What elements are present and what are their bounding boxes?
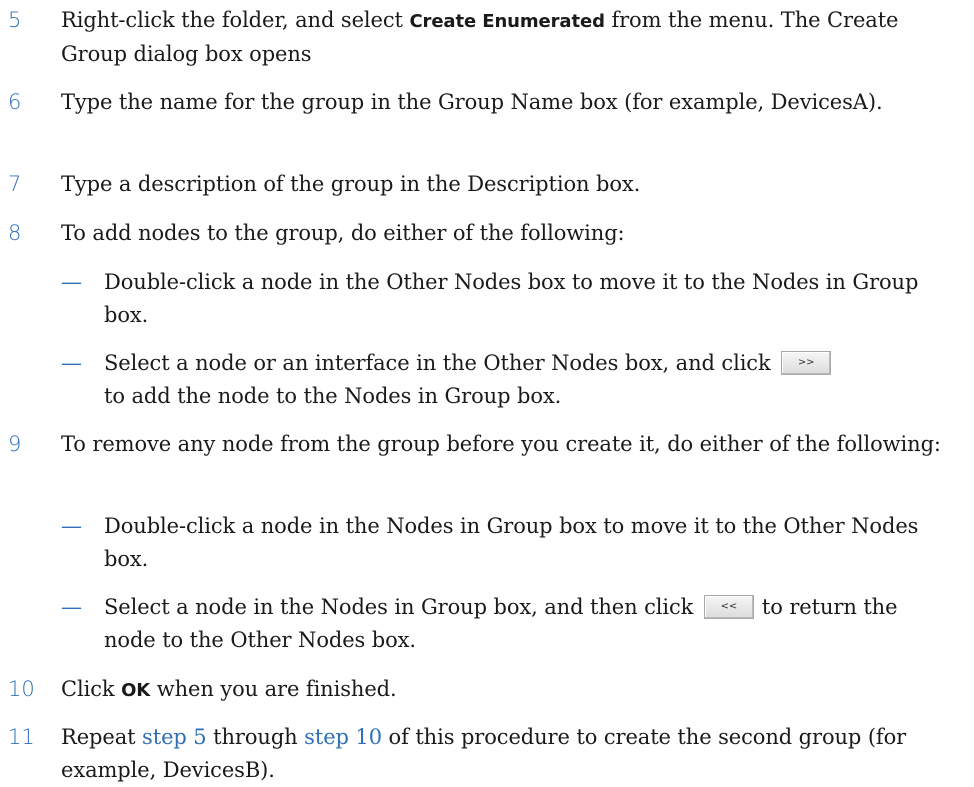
- ui-command-label: Create Enumerated: [409, 11, 605, 32]
- ok-label: OK: [121, 680, 151, 701]
- step-number: 10: [8, 677, 35, 701]
- dash-bullet: —: [61, 270, 82, 294]
- step-number: 7: [8, 172, 22, 196]
- step-10-link[interactable]: step 10: [304, 725, 382, 749]
- text-run: Select a node in the Nodes in Group box,…: [104, 595, 694, 619]
- step-text: Right-click the folder, and select Creat…: [61, 4, 941, 71]
- substep-text: Double-click a node in the Nodes in Grou…: [104, 514, 919, 571]
- step-number: 5: [8, 8, 22, 32]
- substep-text: Select a node in the Nodes in Group box,…: [104, 591, 944, 657]
- add-node-button-image: >>: [781, 350, 832, 375]
- text-run: through: [206, 725, 305, 749]
- step-text: Repeat step 5 through step 10 of this pr…: [61, 721, 941, 787]
- step-text: Click OK when you are finished.: [61, 673, 941, 707]
- step-number: 8: [8, 221, 22, 245]
- step-text: Type the name for the group in the Group…: [61, 90, 883, 114]
- document-page: 5 Right-click the folder, and select Cre…: [0, 0, 974, 785]
- substep-text: Select a node or an interface in the Oth…: [104, 347, 944, 413]
- text-run: to add the node to the Nodes in Group bo…: [104, 384, 562, 408]
- text-run: Click: [61, 677, 122, 701]
- step-text: Type a description of the group in the D…: [61, 172, 641, 196]
- substep-text: Double-click a node in the Other Nodes b…: [104, 270, 919, 327]
- text-run: when you are finished.: [150, 677, 397, 701]
- text-run: Right-click the folder, and select: [61, 8, 410, 32]
- dash-bullet: —: [61, 351, 82, 375]
- dash-bullet: —: [61, 514, 82, 538]
- text-run: Repeat: [61, 725, 143, 749]
- step-number: 6: [8, 90, 22, 114]
- step-number: 11: [8, 725, 35, 749]
- text-run: Select a node or an interface in the Oth…: [104, 351, 771, 375]
- step-text: To add nodes to the group, do either of …: [61, 221, 625, 245]
- remove-node-button-image: <<: [703, 594, 754, 619]
- step-5-link[interactable]: step 5: [142, 725, 207, 749]
- step-text: To remove any node from the group before…: [61, 432, 941, 456]
- dash-bullet: —: [61, 595, 82, 619]
- step-number: 9: [8, 432, 22, 456]
